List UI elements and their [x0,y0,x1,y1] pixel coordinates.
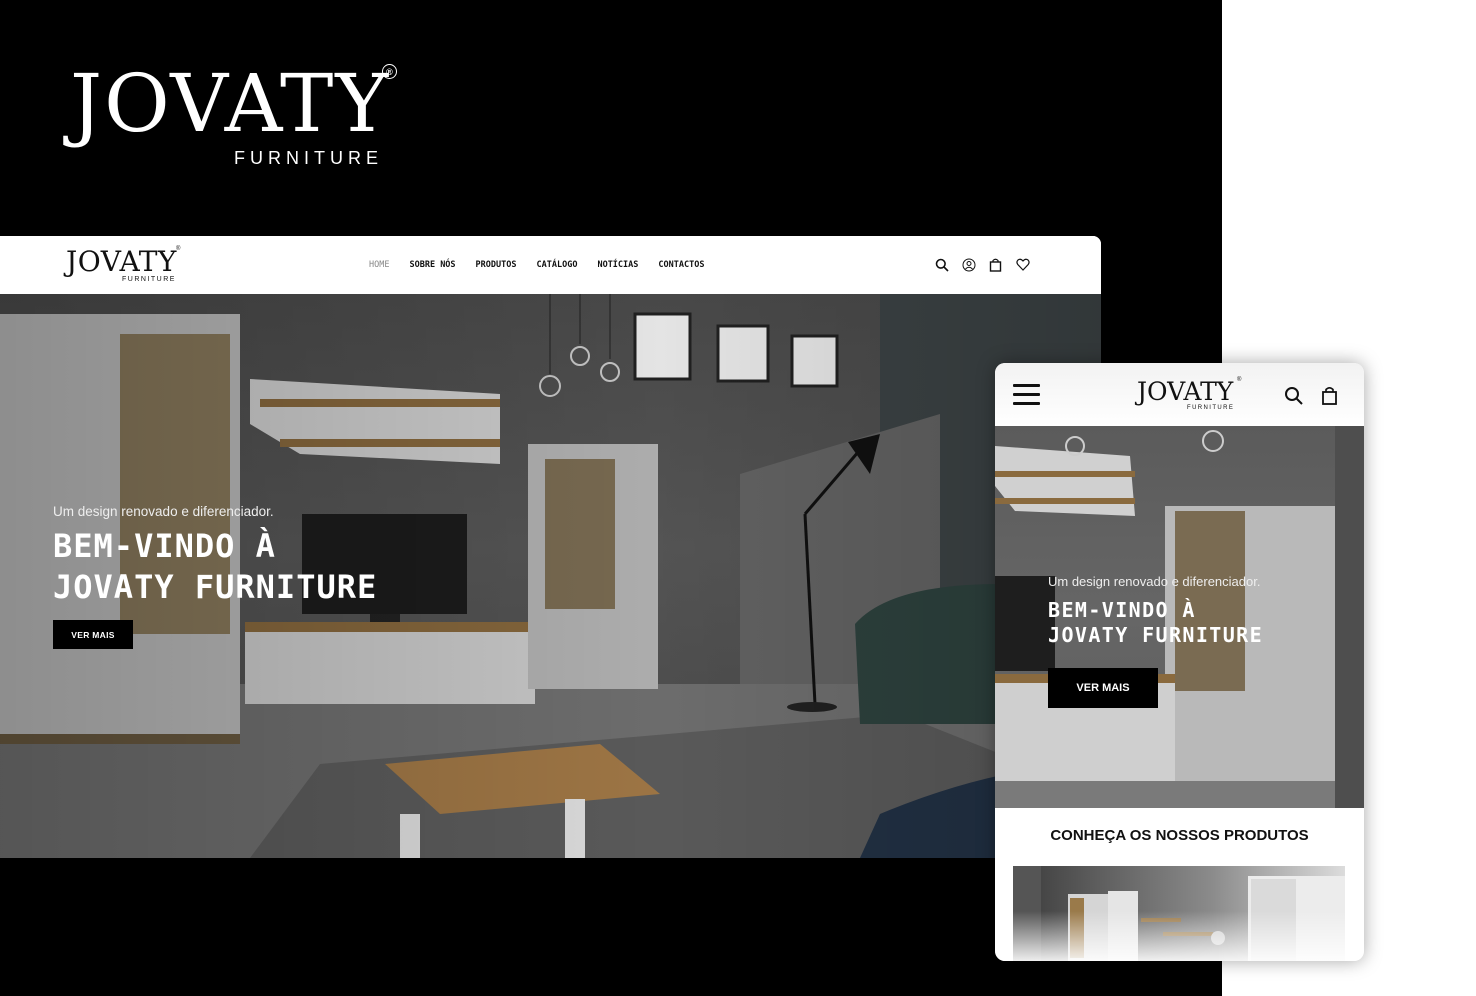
mobile-mockup: JOVATY FURNITURE ® Um design renovado e … [995,363,1364,961]
brand-logo-large: JOVATY FURNITURE ® [68,58,408,173]
mobile-header-icons [1283,385,1339,405]
desktop-mockup: JOVATY FURNITURE ® HOME SOBRE NÓS PRODUT… [0,236,1101,858]
nav-produtos[interactable]: PRODUTOS [476,260,517,270]
hero-title: BEM-VINDO À JOVATY FURNITURE [53,526,377,608]
mobile-logo-name: JOVATY [1137,377,1234,406]
mobile-hero-subtitle: Um design renovado e diferenciador. [1048,574,1261,589]
products-section-title: CONHEÇA OS NOSSOS PRODUTOS [1050,827,1309,844]
mobile-logo-reg: ® [1237,377,1242,383]
desktop-logo[interactable]: JOVATY FURNITURE ® [66,246,186,286]
desktop-logo-name: JOVATY [66,245,177,278]
nav-catalogo[interactable]: CATÁLOGO [537,260,578,270]
hero-title-line-1: BEM-VINDO À [53,527,276,565]
desktop-hero: Um design renovado e diferenciador. BEM-… [0,294,1101,858]
nav-sobre-nos[interactable]: SOBRE NÓS [409,260,455,270]
mobile-hero-title-line-1: BEM-VINDO À [1048,598,1196,622]
desktop-logo-subtitle: FURNITURE [122,276,176,283]
mobile-header: JOVATY FURNITURE ® [995,363,1364,426]
mobile-logo-subtitle: FURNITURE [1187,405,1235,411]
mobile-hero: Um design renovado e diferenciador. BEM-… [995,426,1364,808]
mobile-bottom-fade [995,911,1364,961]
hero-title-line-2: JOVATY FURNITURE [53,568,378,606]
bag-icon[interactable] [987,256,1004,273]
mobile-ver-mais-button[interactable]: VER MAIS [1048,668,1158,708]
nav-contactos[interactable]: CONTACTOS [658,260,704,270]
nav-home[interactable]: HOME [369,260,389,270]
mobile-logo[interactable]: JOVATY FURNITURE ® [1137,377,1247,413]
desktop-header-icons [933,256,1031,273]
search-icon[interactable] [1283,385,1303,405]
mobile-hero-title: BEM-VINDO À JOVATY FURNITURE [1048,598,1263,648]
brand-subtitle: FURNITURE [234,148,383,168]
bag-icon[interactable] [1319,385,1339,405]
desktop-header: JOVATY FURNITURE ® HOME SOBRE NÓS PRODUT… [0,236,1101,294]
heart-icon[interactable] [1014,256,1031,273]
hero-subtitle: Um design renovado e diferenciador. [53,504,274,519]
nav-noticias[interactable]: NOTÍCIAS [597,260,638,270]
brand-name: JOVATY [70,57,391,150]
ver-mais-button[interactable]: VER MAIS [53,620,133,649]
desktop-logo-reg: ® [176,246,181,252]
menu-icon[interactable] [1013,384,1040,405]
desktop-nav: HOME SOBRE NÓS PRODUTOS CATÁLOGO NOTÍCIA… [369,260,724,270]
user-icon[interactable] [960,256,977,273]
mobile-hero-title-line-2: JOVATY FURNITURE [1048,623,1264,647]
registered-mark: ® [382,64,397,79]
search-icon[interactable] [933,256,950,273]
